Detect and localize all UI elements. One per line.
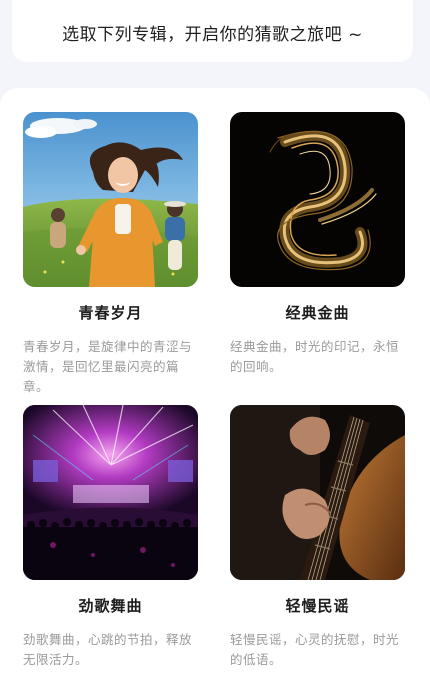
album-grid: 青春岁月 青春岁月，是旋律中的青涩与激情，是回忆里最闪亮的篇章。 经典金曲 经典… bbox=[0, 88, 430, 700]
album-select-page: 选取下列专辑，开启你的猜歌之旅吧 ~ 青春岁月 青春岁月，是旋律中的青涩与激情，… bbox=[0, 0, 430, 700]
album-description: 青春岁月，是旋律中的青涩与激情，是回忆里最闪亮的篇章。 bbox=[23, 339, 193, 394]
album-description: 经典金曲，时光的印记，永恒的回响。 bbox=[230, 339, 400, 374]
album-title: 轻慢民谣 bbox=[285, 597, 350, 615]
album-cover-dance-hits[interactable] bbox=[23, 405, 198, 580]
album-description: 轻慢民谣，心灵的抚慰，时光的低语。 bbox=[230, 632, 400, 667]
album-description: 劲歌舞曲，心跳的节拍，释放无限活力。 bbox=[23, 632, 193, 667]
album-title: 经典金曲 bbox=[285, 304, 350, 322]
header-prompt: 选取下列专辑，开启你的猜歌之旅吧 ~ bbox=[62, 24, 363, 45]
album-card-classic-hits[interactable]: 经典金曲 经典金曲，时光的印记，永恒的回响。 bbox=[230, 112, 405, 377]
album-title: 青春岁月 bbox=[78, 304, 143, 322]
album-card-youth[interactable]: 青春岁月 青春岁月，是旋律中的青涩与激情，是回忆里最闪亮的篇章。 bbox=[23, 112, 198, 397]
header-card: 选取下列专辑，开启你的猜歌之旅吧 ~ bbox=[12, 0, 413, 62]
album-card-folk[interactable]: 轻慢民谣 轻慢民谣，心灵的抚慰，时光的低语。 bbox=[230, 405, 405, 670]
album-cover-youth[interactable] bbox=[23, 112, 198, 287]
album-card-dance-hits[interactable]: 劲歌舞曲 劲歌舞曲，心跳的节拍，释放无限活力。 bbox=[23, 405, 198, 670]
album-cover-classic-hits[interactable] bbox=[230, 112, 405, 287]
album-title: 劲歌舞曲 bbox=[78, 597, 143, 615]
album-cover-folk[interactable] bbox=[230, 405, 405, 580]
